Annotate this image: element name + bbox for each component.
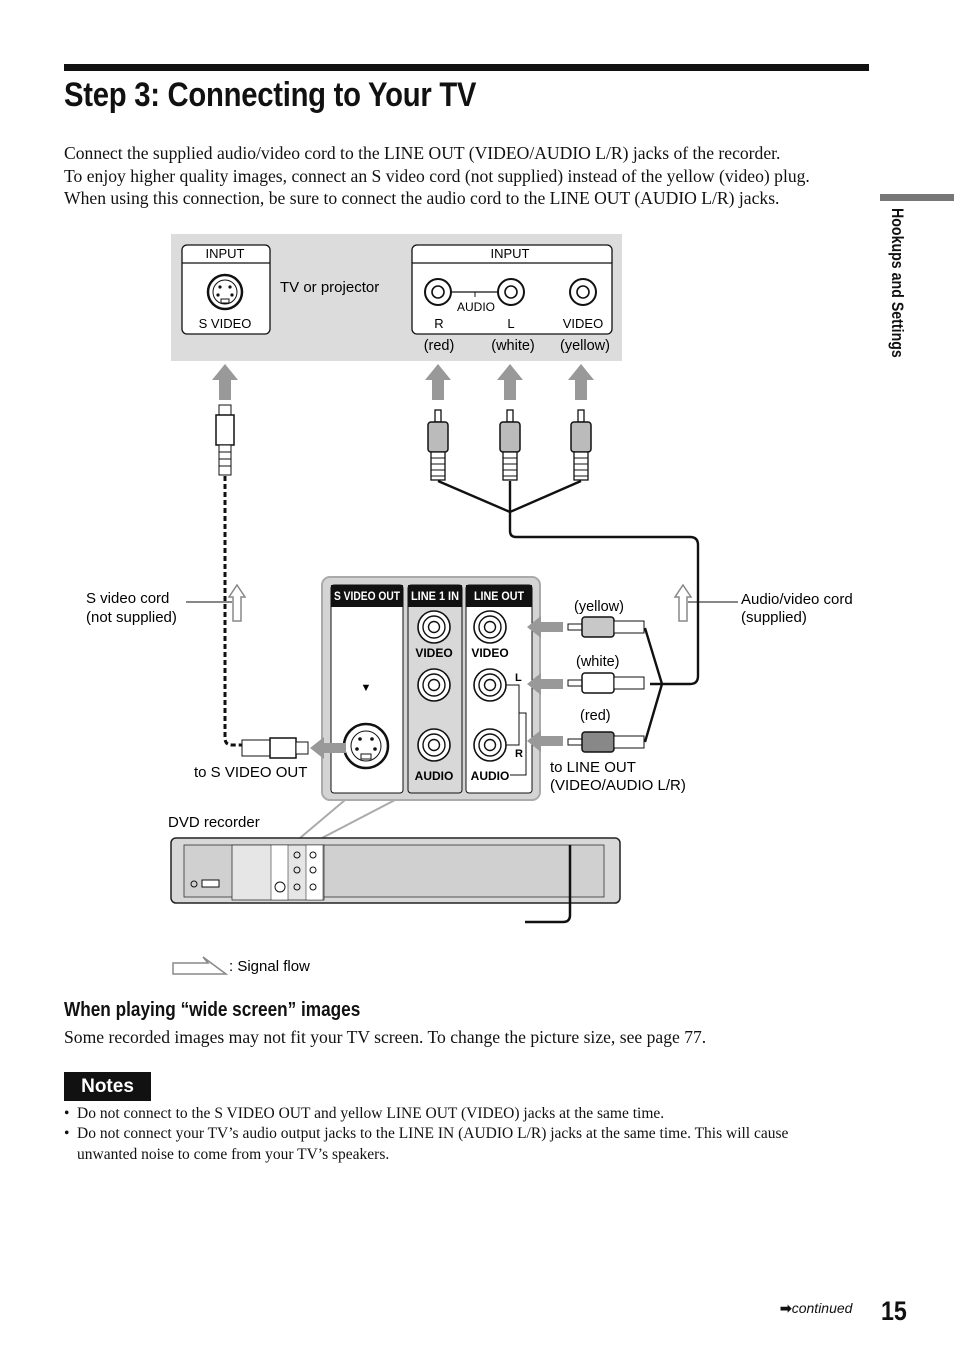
- white-plug-icon: [499, 409, 521, 481]
- to-line-out-sub: (VIDEO/AUDIO L/R): [550, 777, 686, 794]
- lineout-video-jack-icon: [473, 610, 507, 644]
- lineout-r-label: R: [515, 748, 523, 760]
- continued-indicator: ➡continued: [780, 1300, 852, 1317]
- red-plug-label: (red): [580, 708, 611, 724]
- av-cord-note: (supplied): [741, 609, 807, 626]
- yellow-plug-horizontal-icon: [567, 616, 645, 638]
- tv-av-header: INPUT: [491, 246, 530, 261]
- note-text: Do not connect to the S VIDEO OUT and ye…: [77, 1105, 665, 1122]
- tv-audio-l-jack-icon: [497, 278, 525, 306]
- tv-audio-r-jack-icon: [424, 278, 452, 306]
- signal-arrow-icon: [212, 364, 238, 400]
- svideo-plug-icon: [215, 404, 235, 476]
- signal-arrow-icon: [497, 364, 523, 400]
- note-item-1: • Do not connect to the S VIDEO OUT and y…: [64, 1105, 665, 1122]
- page-number: 15: [881, 1296, 907, 1326]
- tv-l-label: L: [507, 316, 514, 331]
- tv-audio-label: AUDIO: [457, 300, 495, 314]
- dvd-recorder-illustration: [170, 837, 621, 924]
- tv-svideo-label: S VIDEO: [199, 316, 252, 331]
- panel-svideo-out-header: S VIDEO OUT: [334, 589, 401, 603]
- signal-flow-outline-arrow-icon: [674, 584, 692, 622]
- tv-r-label: R: [434, 316, 443, 331]
- yellow-plug-label: (yellow): [574, 599, 624, 615]
- av-cord-label: Audio/video cord: [741, 591, 853, 608]
- line1-audio-r-jack-icon: [417, 728, 451, 762]
- line1-audio-label: AUDIO: [415, 769, 454, 783]
- tv-label: TV or projector: [280, 279, 379, 296]
- lineout-l-label: L: [515, 672, 522, 684]
- to-svideo-out-label: to S VIDEO OUT: [194, 764, 307, 781]
- svideo-plug-horizontal-icon: [241, 737, 309, 759]
- note-text: Do not connect your TV’s audio output ja…: [77, 1125, 789, 1142]
- tv-video-label: VIDEO: [563, 316, 603, 331]
- notes-badge: Notes: [64, 1072, 151, 1101]
- white-plug-label: (white): [576, 654, 620, 670]
- note-item-2-cont: unwanted noise to come from your TV’s sp…: [77, 1146, 390, 1163]
- lineout-audio-r-jack-icon: [473, 728, 507, 762]
- note-item-2: • Do not connect your TV’s audio output j…: [64, 1125, 789, 1142]
- line1-video-jack-icon: [417, 610, 451, 644]
- signal-arrow-icon: [568, 364, 594, 400]
- to-line-out-label: to LINE OUT: [550, 759, 636, 776]
- signal-flow-legend-icon: [172, 956, 229, 975]
- tv-yellow-label: (yellow): [560, 338, 610, 354]
- signal-arrow-icon: [425, 364, 451, 400]
- yellow-plug-icon: [570, 409, 592, 481]
- svideo-out-jack-icon: [342, 722, 390, 770]
- svideo-cord-label: S video cord: [86, 590, 169, 607]
- lineout-video-label: VIDEO: [471, 646, 508, 660]
- red-plug-horizontal-icon: [567, 731, 645, 753]
- signal-flow-outline-arrow-icon: [228, 584, 246, 622]
- section-heading: When playing “wide screen” images: [64, 999, 361, 1021]
- line1-video-label: VIDEO: [415, 646, 452, 660]
- line1-audio-l-jack-icon: [417, 668, 451, 702]
- tv-svideo-header: INPUT: [206, 246, 245, 261]
- section-text: Some recorded images may not fit your TV…: [64, 1027, 707, 1047]
- svideo-marker: ▼: [361, 682, 372, 694]
- recorder-label: DVD recorder: [168, 814, 260, 831]
- svideo-jack-icon: [206, 273, 244, 311]
- white-plug-horizontal-icon: [567, 672, 645, 694]
- lineout-audio-label: AUDIO: [471, 769, 510, 783]
- red-plug-icon: [427, 409, 449, 481]
- signal-flow-legend-label: : Signal flow: [229, 958, 310, 975]
- svideo-cord-note: (not supplied): [86, 609, 177, 626]
- panel-line-out-header: LINE OUT: [474, 589, 525, 603]
- tv-white-label: (white): [491, 338, 535, 354]
- lineout-audio-l-jack-icon: [473, 668, 507, 702]
- continued-label: continued: [791, 1300, 853, 1316]
- tv-video-jack-icon: [569, 278, 597, 306]
- tv-red-label: (red): [424, 338, 455, 354]
- panel-line1-in-header: LINE 1 IN: [411, 589, 459, 603]
- arrow-right-icon: ➡: [780, 1300, 792, 1316]
